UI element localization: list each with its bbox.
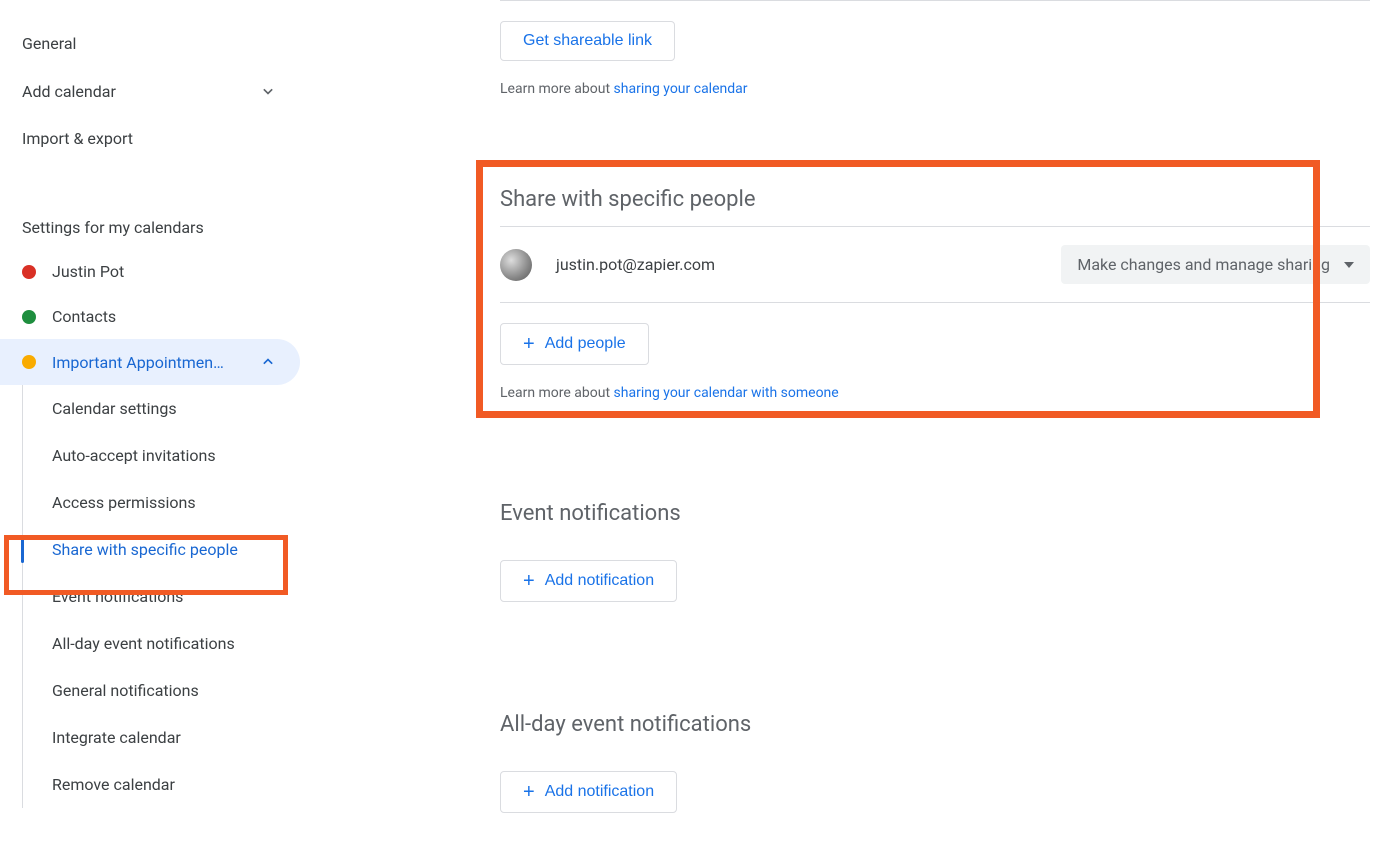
all-day-event-notifications-section: All-day event notifications + Add notifi… <box>500 712 1370 813</box>
plus-icon: + <box>523 571 535 591</box>
section-title: Event notifications <box>500 501 1370 526</box>
sub-item-general-notifications[interactable]: General notifications <box>0 667 300 714</box>
add-notification-button[interactable]: + Add notification <box>500 771 677 813</box>
learn-more-text: Learn more about sharing your calendar <box>500 81 1370 97</box>
sidebar-label: Import & export <box>22 129 133 148</box>
button-label: Add notification <box>545 783 654 801</box>
add-notification-button[interactable]: + Add notification <box>500 560 677 602</box>
permission-label: Make changes and manage sharing <box>1077 255 1330 274</box>
sidebar: General Add calendar Import & export Set… <box>0 0 300 846</box>
sub-item-access-permissions[interactable]: Access permissions <box>0 479 300 526</box>
color-dot <box>22 310 36 324</box>
calendar-label: Contacts <box>52 307 278 326</box>
permission-select[interactable]: Make changes and manage sharing <box>1061 245 1370 284</box>
section-title: Share with specific people <box>500 187 1370 212</box>
button-label: Get shareable link <box>523 32 652 50</box>
add-people-button[interactable]: + Add people <box>500 323 649 365</box>
button-label: Add people <box>545 335 626 353</box>
sub-item-share-with-specific-people[interactable]: Share with specific people <box>0 526 300 573</box>
sidebar-item-general[interactable]: General <box>0 20 300 67</box>
sub-item-event-notifications[interactable]: Event notifications <box>0 573 300 620</box>
calendar-item-justin-pot[interactable]: Justin Pot <box>0 249 300 294</box>
section-title: All-day event notifications <box>500 712 1370 737</box>
calendar-label: Justin Pot <box>52 262 278 281</box>
learn-more-text: Learn more about sharing your calendar w… <box>500 385 1370 401</box>
plus-icon: + <box>523 334 535 354</box>
sub-item-integrate-calendar[interactable]: Integrate calendar <box>0 714 300 761</box>
person-email: justin.pot@zapier.com <box>556 255 1061 274</box>
chevron-up-icon <box>258 352 278 372</box>
sidebar-label: Add calendar <box>22 82 116 101</box>
sidebar-item-add-calendar[interactable]: Add calendar <box>0 67 300 115</box>
sharing-your-calendar-link[interactable]: sharing your calendar <box>614 81 748 97</box>
sidebar-section-title: Settings for my calendars <box>0 202 300 249</box>
access-permissions-footer: Get shareable link Learn more about shar… <box>500 0 1370 97</box>
person-row: justin.pot@zapier.com Make changes and m… <box>500 226 1370 303</box>
share-with-specific-people-section: Share with specific people justin.pot@za… <box>500 187 1370 401</box>
sidebar-label: General <box>22 34 76 53</box>
event-notifications-section: Event notifications + Add notification <box>500 501 1370 602</box>
chevron-down-icon <box>258 81 278 101</box>
main-content: Get shareable link Learn more about shar… <box>300 0 1400 846</box>
sub-item-remove-calendar[interactable]: Remove calendar <box>0 761 300 808</box>
plus-icon: + <box>523 782 535 802</box>
sub-item-auto-accept[interactable]: Auto-accept invitations <box>0 432 300 479</box>
button-label: Add notification <box>545 572 654 590</box>
color-dot <box>22 265 36 279</box>
sharing-with-someone-link[interactable]: sharing your calendar with someone <box>614 385 839 401</box>
calendar-item-contacts[interactable]: Contacts <box>0 294 300 339</box>
dropdown-triangle-icon <box>1344 262 1354 268</box>
sidebar-item-import-export[interactable]: Import & export <box>0 115 300 162</box>
get-shareable-link-button[interactable]: Get shareable link <box>500 21 675 61</box>
calendar-item-important-appointments[interactable]: Important Appointmen… <box>0 339 300 385</box>
calendar-label: Important Appointmen… <box>52 353 258 372</box>
avatar <box>500 249 532 281</box>
color-dot <box>22 355 36 369</box>
sub-item-all-day-notifications[interactable]: All-day event notifications <box>0 620 300 667</box>
sub-item-calendar-settings[interactable]: Calendar settings <box>0 385 300 432</box>
sub-items: Calendar settings Auto-accept invitation… <box>0 385 300 808</box>
